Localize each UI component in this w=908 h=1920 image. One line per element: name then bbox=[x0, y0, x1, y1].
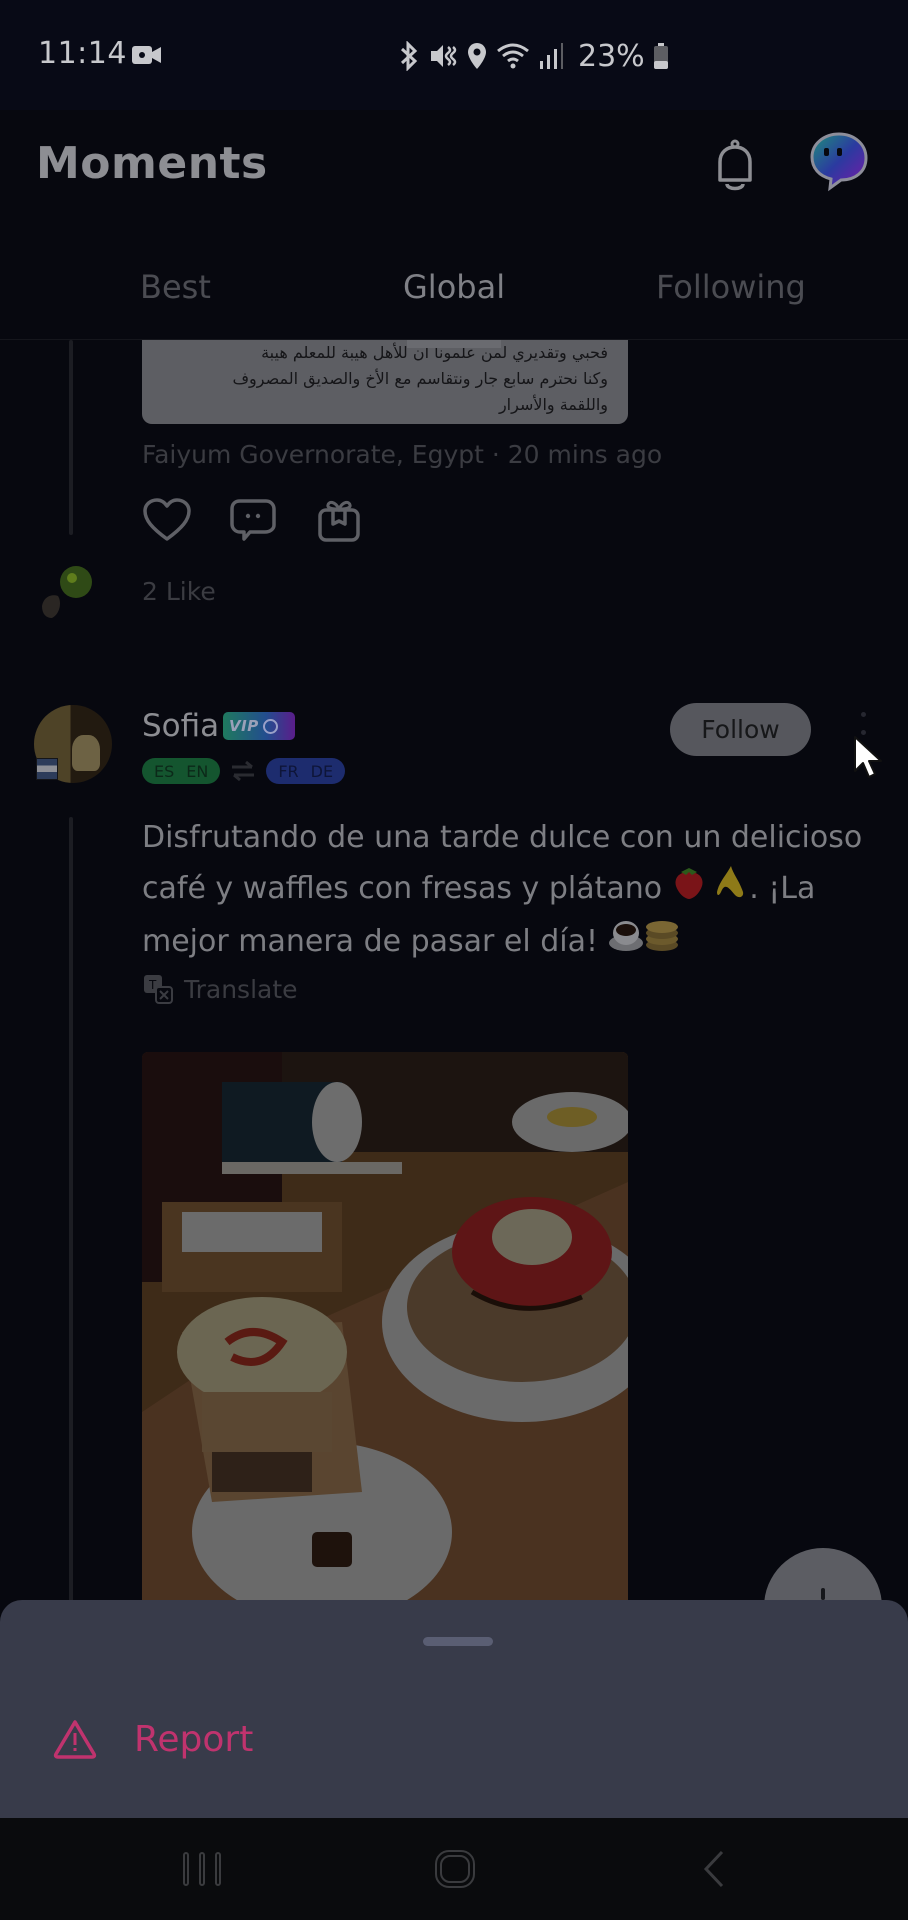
post-text: Disfrutando de una tarde dulce con un de… bbox=[142, 813, 882, 968]
learning-languages: FR DE bbox=[266, 758, 346, 784]
battery-percentage: 23% bbox=[578, 38, 645, 74]
translate-button[interactable]: T Translate bbox=[142, 973, 298, 1005]
coffee-emoji bbox=[608, 917, 644, 968]
gift-icon bbox=[318, 500, 360, 542]
options-bottom-sheet: Report bbox=[0, 1600, 908, 1818]
report-button[interactable]: Report bbox=[52, 1718, 253, 1760]
vip-ring-icon bbox=[262, 718, 278, 734]
learning-language: FR bbox=[278, 761, 299, 781]
native-language: ES bbox=[154, 761, 175, 781]
warning-icon bbox=[53, 1720, 97, 1759]
swap-icon bbox=[232, 760, 255, 782]
thread-line bbox=[69, 817, 73, 1600]
recents-button[interactable] bbox=[180, 1848, 224, 1890]
feed-tabs: Best Global Following bbox=[0, 250, 908, 340]
battery-icon bbox=[653, 43, 668, 69]
recents-icon bbox=[183, 1852, 221, 1886]
tab-following[interactable]: Following bbox=[656, 268, 806, 306]
thread-line bbox=[69, 340, 73, 535]
gift-button[interactable] bbox=[314, 495, 364, 545]
username[interactable]: Sofia bbox=[142, 708, 219, 744]
banana-emoji bbox=[715, 862, 749, 917]
arabic-text-line: واللقمة والأسرار bbox=[498, 395, 608, 414]
language-row: ES EN FR DE bbox=[142, 758, 346, 784]
plus-icon bbox=[821, 1588, 825, 1600]
wifi-icon bbox=[497, 43, 529, 69]
mouse-cursor-icon bbox=[854, 736, 882, 778]
post-meta: Faiyum Governorate, Egypt · 20 mins ago bbox=[142, 440, 662, 469]
status-time: 11:14 bbox=[38, 36, 127, 71]
signal-icon bbox=[540, 43, 563, 69]
learning-language: DE bbox=[310, 761, 334, 781]
dot bbox=[860, 729, 866, 735]
bluetooth-icon bbox=[400, 41, 418, 71]
translate-icon: T bbox=[144, 975, 173, 1004]
system-nav-bar bbox=[0, 1818, 908, 1920]
avatar-figure bbox=[72, 735, 100, 771]
like-button[interactable] bbox=[142, 495, 192, 545]
tab-best[interactable]: Best bbox=[140, 268, 211, 306]
moments-feed[interactable]: فحبي وتقديري لمن علمونا أن للأهل هيبة لل… bbox=[0, 340, 908, 1600]
home-icon bbox=[435, 1850, 475, 1888]
heart-icon bbox=[143, 498, 191, 541]
post-location: Faiyum Governorate, Egypt bbox=[142, 440, 484, 469]
post-actions bbox=[142, 495, 364, 545]
liker-avatar[interactable] bbox=[36, 562, 96, 622]
native-language: EN bbox=[186, 761, 209, 781]
pancakes-emoji bbox=[644, 917, 680, 968]
translate-label: Translate bbox=[184, 974, 298, 1004]
vip-badge: VIP bbox=[223, 712, 295, 740]
meta-separator: · bbox=[483, 440, 508, 469]
comment-icon bbox=[230, 499, 276, 541]
bell-icon[interactable] bbox=[710, 138, 760, 194]
vibrate-mute-icon bbox=[431, 45, 457, 67]
chat-logo-icon[interactable] bbox=[808, 130, 870, 192]
location-icon bbox=[468, 43, 486, 69]
back-button[interactable] bbox=[698, 1848, 728, 1890]
tab-global[interactable]: Global bbox=[403, 268, 505, 306]
page-title: Moments bbox=[36, 138, 268, 189]
sheet-drag-handle[interactable] bbox=[423, 1637, 493, 1646]
home-button[interactable] bbox=[432, 1848, 478, 1890]
country-flag-icon bbox=[36, 758, 58, 780]
app-bar: Moments bbox=[0, 110, 908, 220]
follow-button[interactable]: Follow bbox=[670, 703, 811, 756]
post-time: 20 mins ago bbox=[507, 440, 663, 469]
arabic-text-line: فحبي وتقديري لمن علمونا أن للأهل هيبة لل… bbox=[261, 343, 608, 362]
status-bar: 11:14 23% bbox=[0, 0, 908, 110]
likes-count[interactable]: 2 Like bbox=[142, 577, 216, 606]
arabic-text-line: وكنا نحترم سابع جار ونتقاسم مع الأخ والص… bbox=[232, 369, 608, 388]
scroll-indicator bbox=[407, 340, 501, 348]
post-photo[interactable] bbox=[142, 1052, 628, 1600]
screen-record-icon bbox=[132, 46, 161, 64]
strawberry-emoji bbox=[672, 864, 706, 915]
previous-post-text-card: فحبي وتقديري لمن علمونا أن للأهل هيبة لل… bbox=[142, 340, 628, 424]
comment-button[interactable] bbox=[228, 495, 278, 545]
native-languages: ES EN bbox=[142, 758, 221, 784]
vip-label: VIP bbox=[229, 717, 259, 735]
report-label: Report bbox=[134, 1718, 254, 1760]
back-icon bbox=[703, 1850, 724, 1888]
dot bbox=[860, 712, 866, 717]
